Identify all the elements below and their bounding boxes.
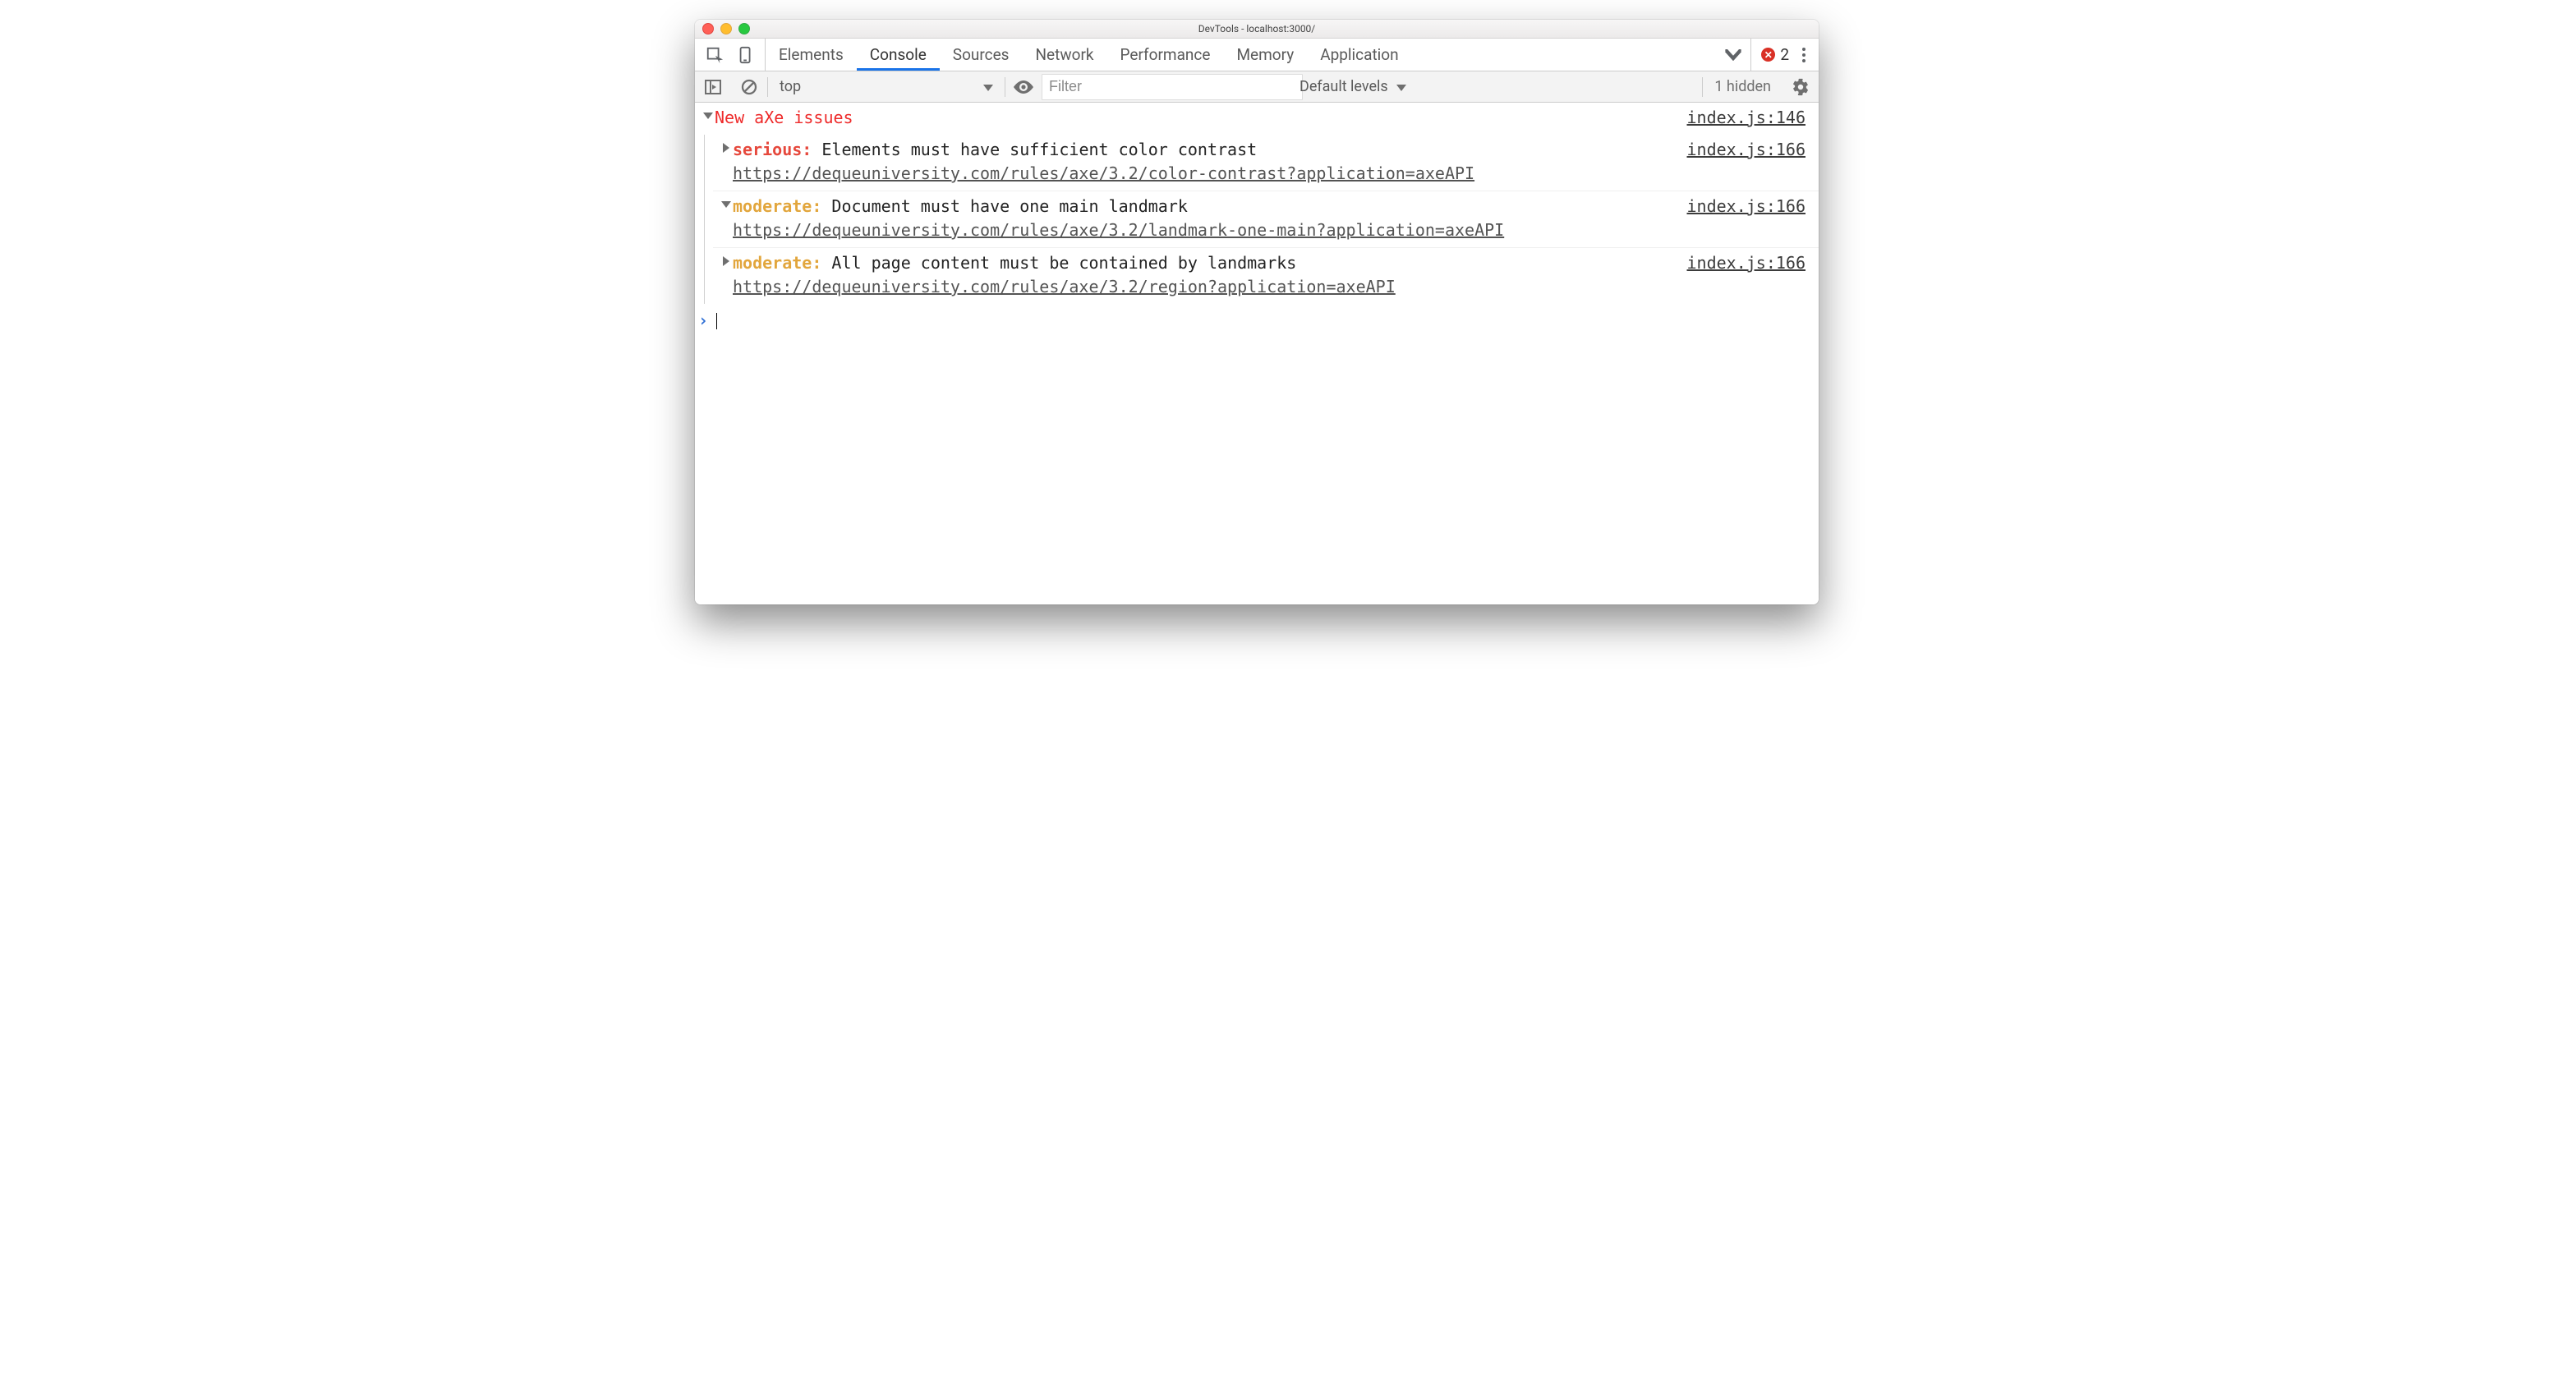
log-level-selector[interactable]: Default levels bbox=[1288, 78, 1418, 95]
severity-label: serious: bbox=[733, 140, 812, 159]
console-group-header[interactable]: New aXe issues index.js:146 bbox=[695, 103, 1819, 135]
devtools-window: DevTools - localhost:3000/ ElementsConso… bbox=[695, 20, 1819, 604]
console-settings-button[interactable] bbox=[1782, 78, 1819, 96]
tab-console[interactable]: Console bbox=[857, 39, 940, 71]
issue-link[interactable]: https://dequeuniversity.com/rules/axe/3.… bbox=[733, 275, 1687, 299]
source-link[interactable]: index.js:146 bbox=[1687, 106, 1819, 130]
source-link[interactable]: index.js:166 bbox=[1687, 195, 1819, 242]
disclosure-triangle-icon[interactable] bbox=[721, 201, 731, 208]
inspect-tools bbox=[695, 39, 766, 71]
execution-context-label: top bbox=[780, 78, 801, 95]
device-toggle-icon[interactable] bbox=[737, 46, 755, 64]
tab-memory[interactable]: Memory bbox=[1223, 39, 1307, 71]
live-expression-button[interactable] bbox=[1005, 80, 1042, 94]
tab-elements[interactable]: Elements bbox=[766, 39, 857, 71]
tab-application[interactable]: Application bbox=[1307, 39, 1411, 71]
console-entry[interactable]: serious: Elements must have sufficient c… bbox=[713, 135, 1819, 191]
tab-sources[interactable]: Sources bbox=[940, 39, 1023, 71]
more-options-button[interactable] bbox=[1799, 44, 1809, 66]
console-filter bbox=[1042, 74, 1288, 100]
severity-label: moderate: bbox=[733, 253, 821, 273]
overflow-tabs-button[interactable] bbox=[1716, 39, 1750, 71]
window-title: DevTools - localhost:3000/ bbox=[695, 23, 1819, 34]
console-group-body: serious: Elements must have sufficient c… bbox=[695, 135, 1819, 304]
console-error-summary[interactable]: ✕ 2 bbox=[1761, 45, 1789, 64]
panel-tabbar: ElementsConsoleSourcesNetworkPerformance… bbox=[695, 39, 1819, 71]
tab-performance[interactable]: Performance bbox=[1107, 39, 1224, 71]
tab-network[interactable]: Network bbox=[1022, 39, 1106, 71]
chevron-down-icon bbox=[1396, 85, 1406, 91]
disclosure-triangle-icon[interactable] bbox=[723, 143, 729, 153]
tabbar-right: ✕ 2 bbox=[1750, 39, 1819, 71]
titlebar: DevTools - localhost:3000/ bbox=[695, 20, 1819, 39]
group-title: New aXe issues bbox=[715, 106, 1687, 130]
error-count: 2 bbox=[1780, 45, 1789, 64]
issue-text: All page content must be contained by la… bbox=[831, 253, 1296, 273]
console-prompt[interactable]: › bbox=[695, 304, 1819, 333]
show-console-sidebar-button[interactable] bbox=[695, 71, 731, 102]
issue-text: Document must have one main landmark bbox=[831, 196, 1187, 216]
console-output: New aXe issues index.js:146 serious: Ele… bbox=[695, 103, 1819, 604]
issue-link[interactable]: https://dequeuniversity.com/rules/axe/3.… bbox=[733, 162, 1687, 186]
log-level-label: Default levels bbox=[1300, 78, 1388, 95]
issue-text: Elements must have sufficient color cont… bbox=[821, 140, 1257, 159]
console-entry[interactable]: moderate: Document must have one main la… bbox=[713, 191, 1819, 247]
prompt-chevron-icon: › bbox=[698, 309, 708, 333]
issue-link[interactable]: https://dequeuniversity.com/rules/axe/3.… bbox=[733, 218, 1687, 242]
severity-label: moderate: bbox=[733, 196, 821, 216]
input-caret bbox=[716, 313, 717, 329]
hidden-count[interactable]: 1 hidden bbox=[1703, 78, 1782, 95]
inspect-element-icon[interactable] bbox=[706, 46, 724, 64]
source-link[interactable]: index.js:166 bbox=[1687, 138, 1819, 186]
chevron-down-icon bbox=[983, 85, 993, 91]
source-link[interactable]: index.js:166 bbox=[1687, 251, 1819, 299]
execution-context-selector[interactable]: top bbox=[768, 71, 1005, 102]
disclosure-triangle-icon[interactable] bbox=[723, 256, 729, 266]
console-toolbar: top Default levels 1 hidden bbox=[695, 71, 1819, 103]
clear-console-button[interactable] bbox=[731, 71, 767, 102]
console-filter-input[interactable] bbox=[1042, 74, 1303, 100]
disclosure-triangle-icon[interactable] bbox=[703, 113, 713, 119]
error-icon: ✕ bbox=[1761, 48, 1775, 62]
console-entry[interactable]: moderate: All page content must be conta… bbox=[713, 247, 1819, 304]
